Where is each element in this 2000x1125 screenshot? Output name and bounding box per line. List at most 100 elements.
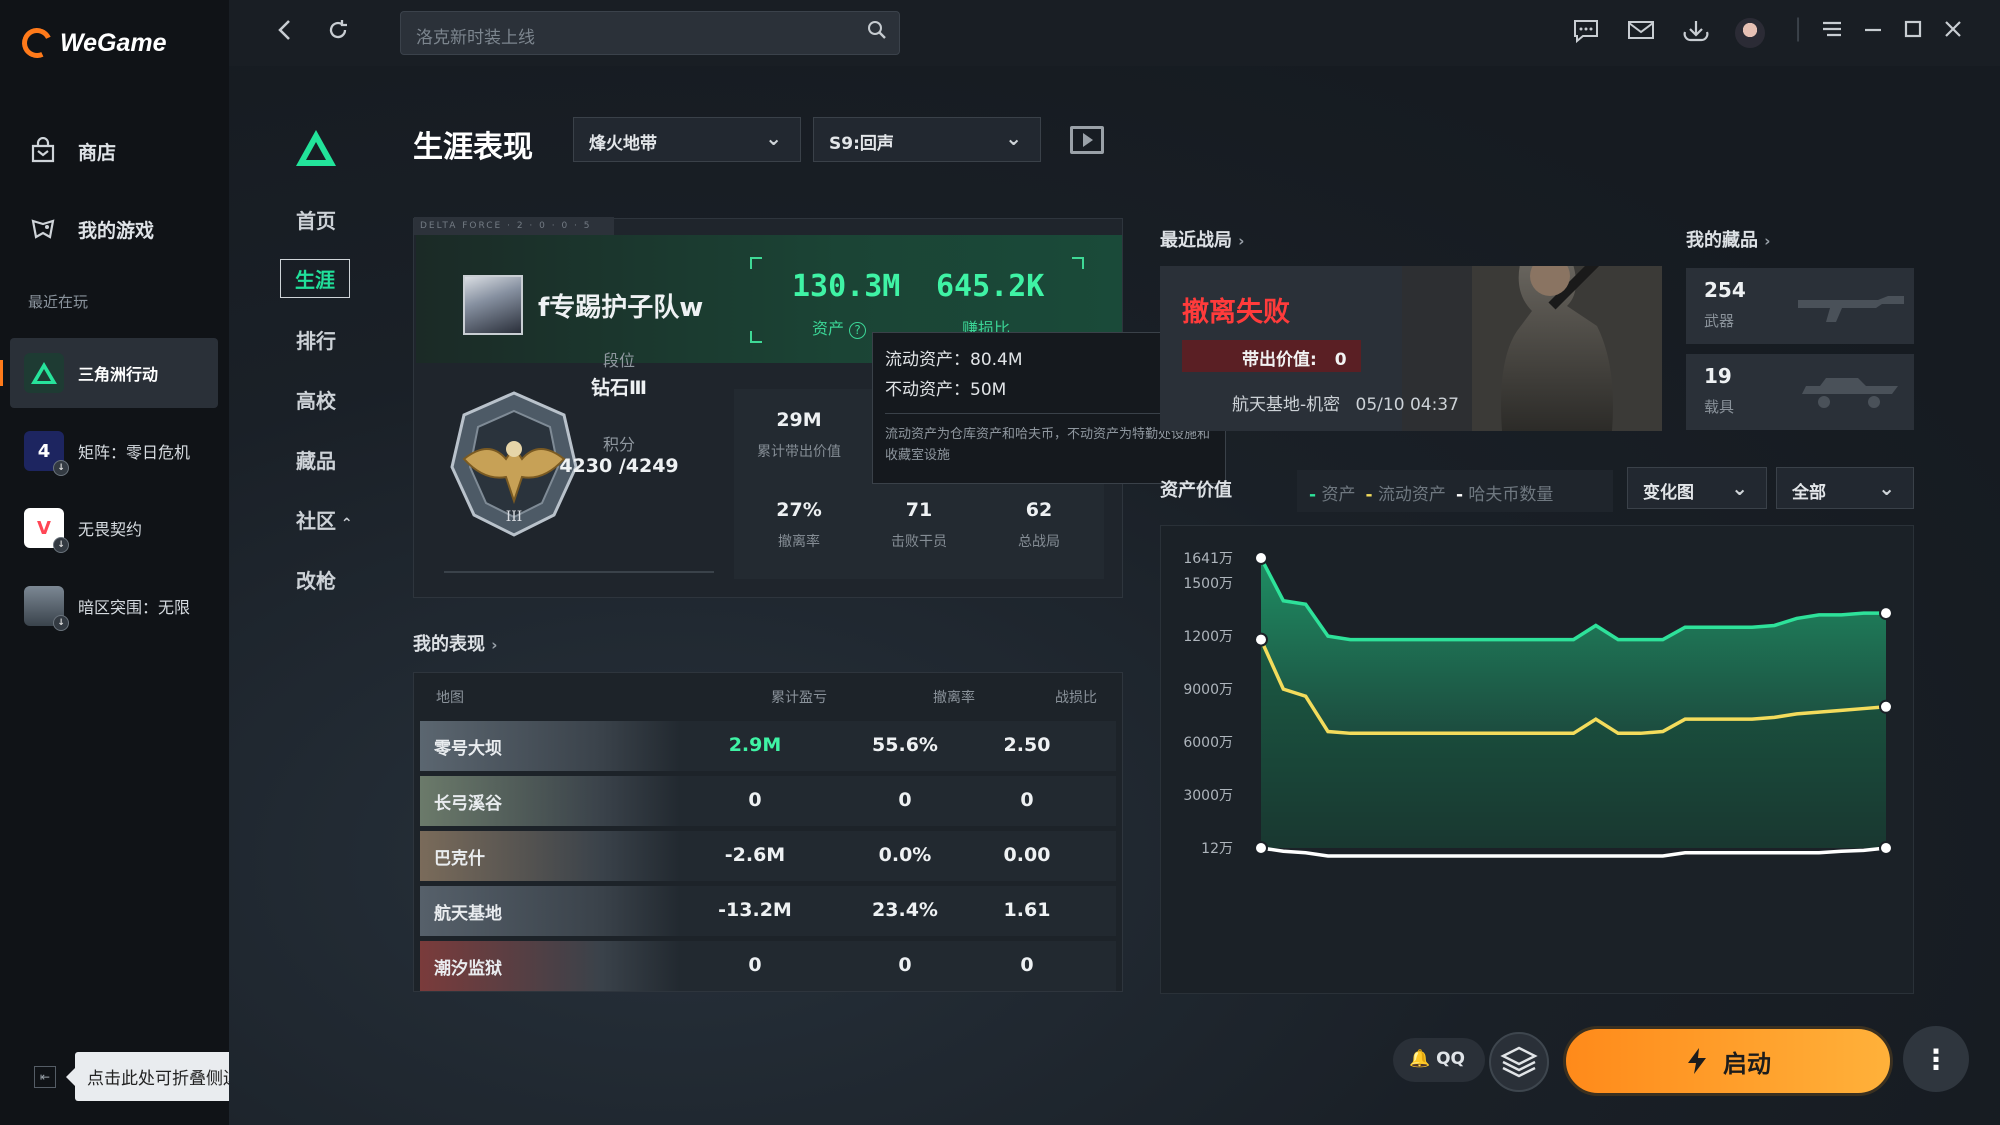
recent-game-arena-breakout[interactable]: ↓ 暗区突围：无限 (10, 571, 218, 641)
game-nav-ranking[interactable]: 排行 (296, 325, 336, 354)
collapse-sidebar-button[interactable]: ⇤ (34, 1066, 56, 1088)
performance-title[interactable]: 我的表现 › (413, 630, 497, 656)
launch-label: 启动 (1723, 1049, 1771, 1078)
column-header-kd: 战损比 (1055, 690, 1097, 706)
matrix-game-icon: 4 ↓ (24, 431, 69, 476)
legend-item-coins[interactable]: - 哈夫币数量 (1456, 480, 1553, 505)
recent-match-card[interactable]: 撤离失败 带出价值: 0 航天基地-机密 05/10 04:37 (1160, 266, 1662, 431)
kd-value: 0 (1020, 789, 1034, 811)
series-line-2 (1260, 846, 1887, 858)
game-nav-home[interactable]: 首页 (296, 205, 336, 234)
data-point[interactable] (1879, 699, 1893, 714)
game-nav-college[interactable]: 高校 (296, 385, 336, 414)
profit-value: -13.2M (718, 899, 792, 921)
collection-vehicles[interactable]: 19 载具 (1686, 354, 1914, 430)
data-point[interactable] (1254, 841, 1268, 855)
chart-range-value: 全部 (1792, 483, 1826, 503)
recent-game-matrix[interactable]: 4 ↓ 矩阵：零日危机 (10, 416, 218, 486)
legend-item-assets[interactable]: - 资产 (1309, 480, 1355, 505)
wegame-logo-icon (17, 23, 57, 63)
chevron-down-icon: ⌄ (1731, 476, 1748, 500)
video-play-icon[interactable] (1070, 126, 1104, 154)
table-row[interactable]: 长弓溪谷 0 0 0 (420, 776, 1116, 826)
table-row[interactable]: 零号大坝 2.9M 55.6% 2.50 (420, 721, 1116, 771)
collection-weapons[interactable]: 254 武器 (1686, 268, 1914, 344)
data-point[interactable] (1879, 841, 1893, 855)
stat-label: 击败干员 (891, 534, 947, 550)
table-row[interactable]: 巴克什 -2.6M 0.0% 0.00 (420, 831, 1116, 881)
lightning-icon (1688, 1048, 1706, 1074)
table-row[interactable]: 航天基地 -13.2M 23.4% 1.61 (420, 886, 1116, 936)
stat-label: 总战局 (1018, 534, 1060, 550)
profit-value: 0 (748, 954, 762, 976)
game-nav-gunsmith[interactable]: 改枪 (296, 565, 336, 594)
delta-force-icon (24, 353, 64, 393)
sidebar-item-label: 商店 (78, 141, 117, 164)
extract-rate-value: 55.6% (872, 734, 938, 756)
extract-rate-value: 0.0% (878, 844, 932, 866)
recent-game-delta-force[interactable]: 三角洲行动 (0, 338, 218, 408)
vehicle-count: 19 (1704, 364, 1732, 388)
mail-icon[interactable] (1627, 18, 1655, 48)
recent-played-title: 最近在玩 (28, 293, 89, 311)
launch-game-button[interactable]: 启动 (1563, 1026, 1893, 1096)
chart-view-select[interactable]: 变化图 ⌄ (1627, 467, 1767, 509)
sidebar-item-my-games[interactable]: 我的游戏 (28, 214, 154, 244)
season-select-value: S9:回声 (829, 134, 894, 154)
collection-title[interactable]: 我的藏品 › (1686, 226, 1770, 252)
chevron-right-icon: › (491, 636, 498, 654)
chart-legend: - 资产 - 流动资产 - 哈夫币数量 (1297, 470, 1613, 512)
user-avatar[interactable] (1735, 18, 1765, 48)
player-name: f专踢护子队w (538, 293, 704, 323)
more-options-button[interactable]: ⋮ (1903, 1026, 1969, 1092)
legend-item-liquid[interactable]: - 流动资产 (1365, 480, 1445, 505)
season-select[interactable]: S9:回声 ⌄ (813, 117, 1041, 162)
minimize-icon[interactable] (1863, 18, 1883, 46)
back-arrow-icon[interactable] (275, 18, 295, 48)
stat-kills: 71 击败干员 (859, 499, 979, 551)
recent-match-title-text: 最近战局 (1160, 230, 1232, 251)
stat-extract-rate: 27% 撤离率 (739, 499, 859, 551)
search-bar[interactable]: 洛克新时装上线 (400, 11, 900, 55)
app-name: WeGame (60, 28, 167, 57)
qq-login-button[interactable]: 🔔 QQ (1393, 1038, 1485, 1082)
mode-select[interactable]: 烽火地带 ⌄ (573, 117, 801, 162)
rifle-icon (1798, 296, 1904, 322)
asset-value[interactable]: 130.3M (792, 269, 900, 304)
player-avatar[interactable] (463, 275, 523, 335)
refresh-icon[interactable] (326, 18, 350, 48)
chart-range-select[interactable]: 全部 ⌄ (1776, 467, 1914, 509)
asset-label[interactable]: 资产 ? (812, 315, 867, 339)
menu-icon[interactable] (1821, 18, 1843, 46)
search-icon[interactable] (867, 20, 887, 45)
performance-table: 地图 累计盈亏 撤离率 战损比 零号大坝 2.9M 55.6% 2.50 长弓溪… (413, 672, 1123, 992)
table-row[interactable]: 潮汐监狱 0 0 0 (420, 941, 1116, 991)
search-input[interactable]: 洛克新时装上线 (416, 23, 535, 48)
close-icon[interactable] (1943, 18, 1963, 46)
bracket-decoration (750, 331, 762, 343)
y-tick-label: 3000万 (1183, 788, 1233, 804)
y-tick-label: 1641万 (1183, 551, 1233, 567)
collapse-icon: ⇤ (39, 1070, 51, 1084)
sidebar-item-store[interactable]: 商店 (28, 136, 116, 166)
stat-value: 27% (776, 499, 822, 521)
layers-icon[interactable] (1489, 1032, 1549, 1092)
download-manager-icon[interactable] (1681, 18, 1711, 50)
data-point[interactable] (1879, 606, 1893, 621)
maximize-icon[interactable] (1903, 18, 1923, 46)
game-nav-career[interactable]: 生涯 (280, 259, 350, 298)
weapon-label: 武器 (1704, 312, 1735, 330)
profit-value: -2.6M (724, 844, 786, 866)
chat-icon[interactable] (1572, 18, 1600, 50)
data-point[interactable] (1254, 551, 1268, 565)
kd-value: 2.50 (1003, 734, 1051, 756)
wegame-logo[interactable]: WeGame (17, 23, 167, 63)
recent-match-title[interactable]: 最近战局 › (1160, 226, 1244, 252)
help-icon[interactable]: ? (849, 322, 867, 339)
game-nav-community[interactable]: 社区 ⌃ (296, 505, 353, 534)
recent-game-valorant[interactable]: V ↓ 无畏契约 (10, 493, 218, 563)
game-nav-collection[interactable]: 藏品 (296, 445, 336, 474)
data-point[interactable] (1254, 632, 1268, 647)
recent-game-label: 矩阵：零日危机 (78, 443, 191, 462)
vehicle-label: 载具 (1704, 398, 1735, 416)
